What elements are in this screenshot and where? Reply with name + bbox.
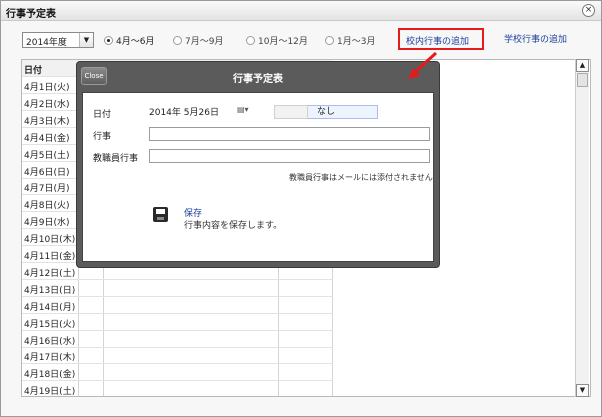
row-date: 4月6日(日) [24, 167, 70, 178]
attachment-note: 教職員行事はメールには添付されません [289, 173, 433, 182]
staff-event-label: 教職員行事 [93, 154, 139, 164]
row-date: 4月19日(土) [24, 387, 76, 397]
floppy-disk-icon[interactable] [153, 207, 168, 222]
table-row[interactable]: 4月17日(木) [22, 347, 333, 365]
period-radio-oct-dec[interactable]: 10月〜12月 [246, 34, 308, 47]
title-bar: 行事予定表 × [1, 1, 601, 21]
dialog-title: 行事予定表 [233, 74, 283, 85]
row-date: 4月14日(月) [24, 302, 76, 313]
chevron-down-icon[interactable]: ▼ [79, 33, 93, 47]
event-dialog: Close 行事予定表 日付 2014年 5月26日 ▤▾ なし 行事 教職員行… [77, 62, 439, 267]
row-date: 4月18日(金) [24, 370, 76, 381]
date-field[interactable]: 2014年 5月26日 ▤▾ [149, 105, 259, 119]
radio-selected-icon[interactable] [104, 36, 113, 45]
period-radio-apr-jun[interactable]: 4月〜6月 [104, 34, 154, 47]
period-radio-jul-sep[interactable]: 7月〜9月 [173, 34, 223, 47]
dialog-body: 日付 2014年 5月26日 ▤▾ なし 行事 教職員行事 教職員行事はメールに… [82, 92, 434, 262]
time-empty-cell[interactable] [274, 105, 308, 119]
save-description: 行事内容を保存します。 [184, 221, 283, 231]
row-date: 4月2日(水) [24, 99, 70, 110]
year-value: 2014年度 [26, 38, 67, 48]
row-date: 4月12日(土) [24, 268, 76, 279]
row-date: 4月17日(木) [24, 353, 76, 364]
period-label: 4月〜6月 [116, 37, 155, 47]
none-label: なし [316, 107, 335, 117]
row-date: 4月9日(水) [24, 218, 70, 229]
radio-icon[interactable] [325, 36, 334, 45]
period-label: 10月〜12月 [258, 37, 308, 47]
table-row[interactable]: 4月14日(月) [22, 297, 333, 314]
row-date: 4月10日(木) [24, 235, 76, 246]
schedule-window: 行事予定表 × 2014年度 ▼ 4月〜6月 7月〜9月 10月〜12月 1月〜… [0, 0, 602, 417]
period-label: 7月〜9月 [185, 37, 224, 47]
time-none-field[interactable]: なし [274, 105, 378, 119]
radio-icon[interactable] [173, 36, 182, 45]
row-date: 4月13日(日) [24, 285, 76, 296]
radio-icon[interactable] [246, 36, 255, 45]
row-date: 4月3日(木) [24, 116, 70, 127]
row-date: 4月8日(火) [24, 201, 70, 212]
calendar-icon[interactable]: ▤▾ [237, 105, 255, 118]
vertical-scrollbar[interactable]: ▲ ▼ [575, 59, 589, 397]
row-date: 4月5日(土) [24, 150, 70, 161]
row-date: 4月7日(月) [24, 184, 70, 195]
year-select[interactable]: 2014年度 ▼ [22, 32, 94, 48]
date-value: 2014年 5月26日 [149, 108, 219, 118]
window-title: 行事予定表 [6, 9, 56, 20]
scroll-up-icon[interactable]: ▲ [576, 59, 589, 72]
add-school-event2-button[interactable]: 学校行事の追加 [504, 32, 567, 45]
staff-event-input[interactable] [149, 149, 430, 163]
period-radio-jan-mar[interactable]: 1月〜3月 [325, 34, 375, 47]
row-date: 4月11日(金) [24, 252, 76, 262]
scroll-thumb[interactable] [577, 73, 588, 87]
table-row[interactable]: 4月13日(日) [22, 280, 333, 297]
header-date-label: 日付 [24, 66, 43, 76]
row-date: 4月4日(金) [24, 133, 70, 144]
table-row[interactable]: 4月15日(火) [22, 314, 333, 331]
row-date: 4月1日(火) [24, 83, 70, 93]
table-row[interactable]: 4月19日(土) [22, 381, 333, 397]
period-label: 1月〜3月 [337, 37, 376, 47]
date-label: 日付 [93, 110, 112, 120]
toolbar: 2014年度 ▼ 4月〜6月 7月〜9月 10月〜12月 1月〜3月 校内行事の… [1, 25, 601, 53]
table-row[interactable]: 4月18日(金) [22, 364, 333, 382]
scroll-down-icon[interactable]: ▼ [576, 384, 589, 397]
row-date: 4月16日(水) [24, 336, 76, 347]
dialog-header: Close 行事予定表 [77, 62, 439, 90]
event-label: 行事 [93, 132, 112, 142]
add-school-event-button[interactable]: 校内行事の追加 [398, 28, 484, 50]
row-date: 4月15日(火) [24, 319, 76, 330]
table-row[interactable]: 4月16日(水) [22, 331, 333, 348]
close-icon[interactable]: × [582, 4, 595, 17]
event-input[interactable] [149, 127, 430, 141]
red-arrow-icon [408, 51, 438, 79]
